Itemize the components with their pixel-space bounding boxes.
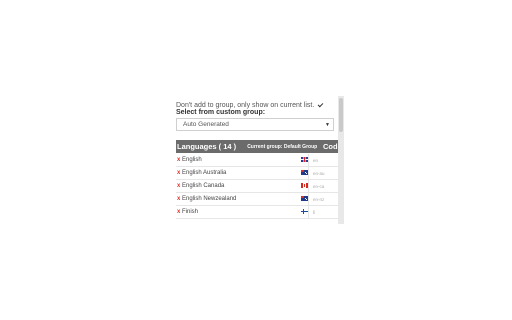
remove-icon[interactable]: x: [177, 183, 180, 189]
table-row: x English Australia en-au: [176, 167, 338, 180]
language-code: fi: [313, 210, 316, 215]
remove-icon[interactable]: x: [177, 196, 180, 202]
dont-add-checkbox[interactable]: [317, 102, 324, 109]
language-name: English: [182, 157, 202, 163]
scrollbar-thumb[interactable]: [339, 98, 343, 132]
code-header: Code: [323, 142, 338, 151]
current-group-header: Current group: Default Group: [247, 143, 318, 150]
languages-header: Languages ( 14 ): [177, 142, 237, 151]
vertical-scrollbar[interactable]: [338, 96, 344, 224]
languages-list: x English en x English Australia en-au x…: [176, 154, 338, 219]
table-row: x English Canada en-ca: [176, 180, 338, 193]
canada-flag-icon: [301, 183, 308, 188]
table-row: x Finish fi: [176, 206, 338, 219]
remove-icon[interactable]: x: [177, 209, 180, 215]
language-code: en: [313, 158, 319, 163]
dont-add-label: Don't add to group, only show on current…: [176, 101, 315, 109]
remove-icon[interactable]: x: [177, 157, 180, 163]
language-code: en-au: [313, 171, 325, 176]
language-code: en-nz: [313, 197, 325, 202]
australia-flag-icon: [301, 170, 308, 175]
language-code: en-ca: [313, 184, 325, 189]
language-name: English Newzealand: [182, 196, 237, 202]
chevron-down-icon: ▼: [325, 122, 330, 128]
code-cell: [308, 206, 327, 219]
language-group-panel: Don't add to group, only show on current…: [171, 96, 338, 224]
remove-icon[interactable]: x: [177, 170, 180, 176]
table-row: x English en: [176, 154, 338, 167]
custom-group-selected: Auto Generated: [183, 121, 229, 128]
custom-group-label: Select from custom group:: [176, 109, 266, 116]
language-name: English Australia: [182, 170, 227, 176]
new-zealand-flag-icon: [301, 196, 308, 201]
language-name: Finish: [182, 209, 199, 215]
languages-table-header: Languages ( 14 ) Current group: Default …: [176, 140, 338, 153]
language-name: English Canada: [182, 183, 225, 189]
custom-group-select[interactable]: Auto Generated ▼: [176, 118, 334, 131]
uk-flag-icon: [301, 157, 308, 162]
finland-flag-icon: [301, 209, 308, 214]
table-row: x English Newzealand en-nz: [176, 193, 338, 206]
